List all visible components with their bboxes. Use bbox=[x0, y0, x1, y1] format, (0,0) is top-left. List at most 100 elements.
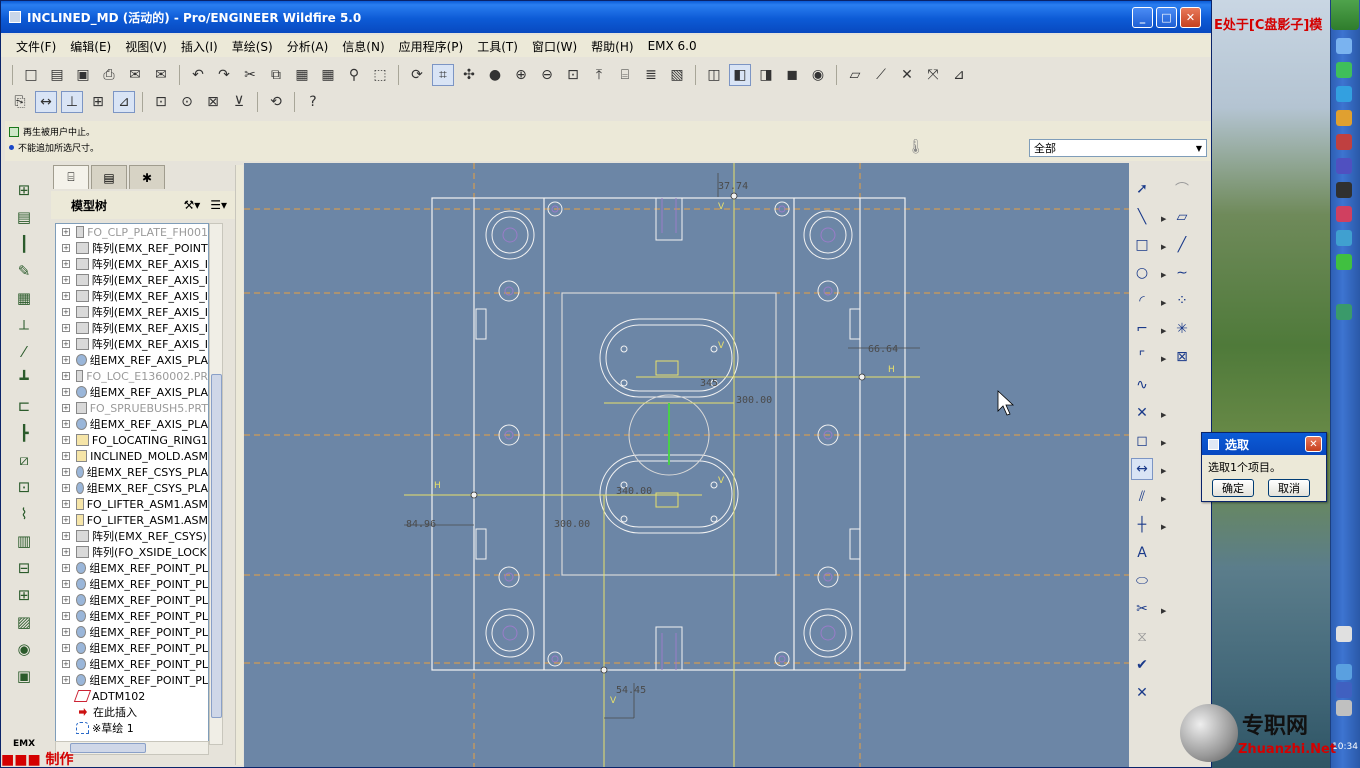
scroll-thumb[interactable] bbox=[70, 743, 146, 753]
tab-favorites[interactable]: ✱ bbox=[129, 165, 165, 189]
dim-top[interactable]: 37.74 bbox=[718, 181, 748, 192]
caret-icon[interactable]: ▶ bbox=[1161, 271, 1166, 279]
tree-item[interactable]: + 组EMX_REF_POINT_PL bbox=[56, 640, 208, 656]
tab-folder-browser[interactable]: ▤ bbox=[91, 165, 127, 189]
expand-icon[interactable]: + bbox=[62, 420, 70, 428]
caret-icon[interactable]: ▶ bbox=[1161, 355, 1166, 363]
context-help-icon[interactable]: ? bbox=[302, 91, 324, 113]
menu-analysis[interactable]: 分析(A) bbox=[280, 36, 336, 57]
copy-icon[interactable]: ⧉ bbox=[265, 64, 287, 86]
shield-icon[interactable] bbox=[1336, 62, 1352, 78]
tree-item[interactable]: + FO_LIFTER_ASM1.ASM bbox=[56, 512, 208, 528]
fillet-icon[interactable]: ⌐ bbox=[1131, 318, 1153, 340]
feature-req-icon[interactable]: ⊻ bbox=[228, 91, 250, 113]
tree-item[interactable]: + 阵列(EMX_REF_AXIS_I bbox=[56, 256, 208, 272]
expand-icon[interactable]: + bbox=[62, 452, 70, 460]
tree-item[interactable]: + INCLINED_MOLD.ASM bbox=[56, 448, 208, 464]
offset-icon[interactable]: ◻ bbox=[1131, 430, 1153, 452]
caret-icon[interactable]: ▶ bbox=[1161, 495, 1166, 503]
spline-tool-icon[interactable]: ∿ bbox=[1131, 374, 1153, 396]
spline-icon[interactable]: ∼ bbox=[1171, 262, 1193, 284]
tray-icon[interactable] bbox=[1336, 110, 1352, 126]
tree-item[interactable]: ADTM102 bbox=[56, 688, 208, 704]
pin-icon[interactable]: ⁄ bbox=[5, 338, 43, 365]
centerline-icon[interactable]: ╱ bbox=[1171, 234, 1193, 256]
constraint-icon[interactable]: ┼ bbox=[1131, 514, 1153, 536]
menu-tools[interactable]: 工具(T) bbox=[470, 36, 525, 57]
expand-icon[interactable]: + bbox=[62, 676, 70, 684]
expand-icon[interactable]: + bbox=[62, 276, 70, 284]
curve-icon[interactable]: ⌒ bbox=[1171, 178, 1193, 200]
tray-icon[interactable] bbox=[1336, 182, 1352, 198]
open-folder-icon[interactable]: ▤ bbox=[46, 64, 68, 86]
tree-item[interactable]: + 阵列(EMX_REF_AXIS_I bbox=[56, 320, 208, 336]
tree-item[interactable]: + 组EMX_REF_POINT_PL bbox=[56, 608, 208, 624]
expand-icon[interactable]: + bbox=[62, 580, 70, 588]
expand-icon[interactable]: + bbox=[62, 260, 70, 268]
tree-item[interactable]: + 组EMX_REF_POINT_PL bbox=[56, 672, 208, 688]
tree-item[interactable]: + FO_LIFTER_ASM1.ASM bbox=[56, 496, 208, 512]
mold-base-icon[interactable]: ⊞ bbox=[5, 176, 43, 203]
tree-item[interactable]: + 组EMX_REF_AXIS_PLA bbox=[56, 352, 208, 368]
caret-icon[interactable]: ▶ bbox=[1161, 327, 1166, 335]
tray-icon[interactable] bbox=[1336, 230, 1352, 246]
hidden-line-icon[interactable]: ◧ bbox=[729, 64, 751, 86]
expand-icon[interactable]: + bbox=[62, 532, 70, 540]
selection-filter[interactable]: 全部 ▼ bbox=[1029, 139, 1207, 157]
lock-icon[interactable]: ⊡ bbox=[5, 473, 43, 500]
zoom-out-icon[interactable]: ⊖ bbox=[536, 64, 558, 86]
datum-plane-icon[interactable]: ▱ bbox=[844, 64, 866, 86]
expand-icon[interactable]: + bbox=[62, 292, 70, 300]
menu-window[interactable]: 窗口(W) bbox=[525, 36, 584, 57]
ejector-pin-icon[interactable]: ┃ bbox=[5, 230, 43, 257]
expand-icon[interactable]: + bbox=[62, 244, 70, 252]
expand-icon[interactable]: + bbox=[62, 644, 70, 652]
tree-item[interactable]: + 组EMX_REF_POINT_PL bbox=[56, 624, 208, 640]
rectangle-icon[interactable]: □ bbox=[1131, 234, 1153, 256]
tray-icon[interactable] bbox=[1336, 700, 1352, 716]
tray-icon[interactable] bbox=[1336, 664, 1352, 680]
dim-center-v[interactable]: 345 bbox=[700, 378, 718, 389]
expand-icon[interactable]: + bbox=[62, 468, 70, 476]
sketch-display-icon[interactable]: ⌗ bbox=[432, 64, 454, 86]
datum-csys-icon[interactable]: ⤧ bbox=[922, 64, 944, 86]
menu-insert[interactable]: 插入(I) bbox=[174, 36, 225, 57]
maximize-button[interactable]: □ bbox=[1156, 7, 1177, 28]
tray-icon[interactable] bbox=[1336, 682, 1352, 698]
minimize-button[interactable]: _ bbox=[1132, 7, 1153, 28]
tree-item[interactable]: + 阵列(FO_XSIDE_LOCK bbox=[56, 544, 208, 560]
menu-view[interactable]: 视图(V) bbox=[118, 36, 174, 57]
sketch-setup-icon[interactable]: ⎘ bbox=[9, 91, 31, 113]
tree-item[interactable]: + 阵列(EMX_REF_POINT bbox=[56, 240, 208, 256]
select-arrow-icon[interactable]: ➚ bbox=[1131, 178, 1153, 200]
scroll-thumb[interactable] bbox=[211, 374, 222, 718]
dim-bottom[interactable]: 54.45 bbox=[616, 685, 646, 696]
modify-icon[interactable]: ⫽ bbox=[1131, 486, 1153, 508]
component-icon[interactable]: ▦ bbox=[5, 284, 43, 311]
guide-icon[interactable]: ┣ bbox=[5, 419, 43, 446]
tree-item[interactable]: + 阵列(EMX_REF_AXIS_I bbox=[56, 304, 208, 320]
support-icon[interactable]: ┻ bbox=[5, 365, 43, 392]
overlap-icon[interactable]: ⊠ bbox=[202, 91, 224, 113]
dim-inner-h[interactable]: 340.00 bbox=[616, 486, 652, 497]
tree-horizontal-scrollbar[interactable] bbox=[55, 741, 209, 755]
taskbar-app-icon[interactable] bbox=[1336, 304, 1352, 320]
annotation-icon[interactable]: ⊿ bbox=[948, 64, 970, 86]
dim-left[interactable]: 84.96 bbox=[406, 519, 436, 530]
saved-views-icon[interactable]: ⌸ bbox=[614, 64, 636, 86]
lifter-icon[interactable]: ⟂ bbox=[5, 311, 43, 338]
close-button[interactable]: ✕ bbox=[1180, 7, 1201, 28]
tray-icon[interactable] bbox=[1336, 158, 1352, 174]
dim-center-h[interactable]: 300.00 bbox=[736, 395, 772, 406]
print-icon[interactable]: ⎙ bbox=[98, 64, 120, 86]
tray-icon[interactable] bbox=[1336, 134, 1352, 150]
tab-model-tree[interactable]: ⌸ bbox=[53, 165, 89, 189]
tree-item[interactable]: + 阵列(EMX_REF_CSYS) bbox=[56, 528, 208, 544]
select-box-icon[interactable]: ⬚ bbox=[369, 64, 391, 86]
menu-file[interactable]: 文件(F) bbox=[9, 36, 63, 57]
expand-icon[interactable]: + bbox=[62, 596, 70, 604]
bom-icon[interactable]: ⊟ bbox=[5, 554, 43, 581]
paste-icon[interactable]: ▦ bbox=[291, 64, 313, 86]
circle-icon[interactable]: ○ bbox=[1131, 262, 1153, 284]
view-icon[interactable]: ◉ bbox=[5, 635, 43, 662]
